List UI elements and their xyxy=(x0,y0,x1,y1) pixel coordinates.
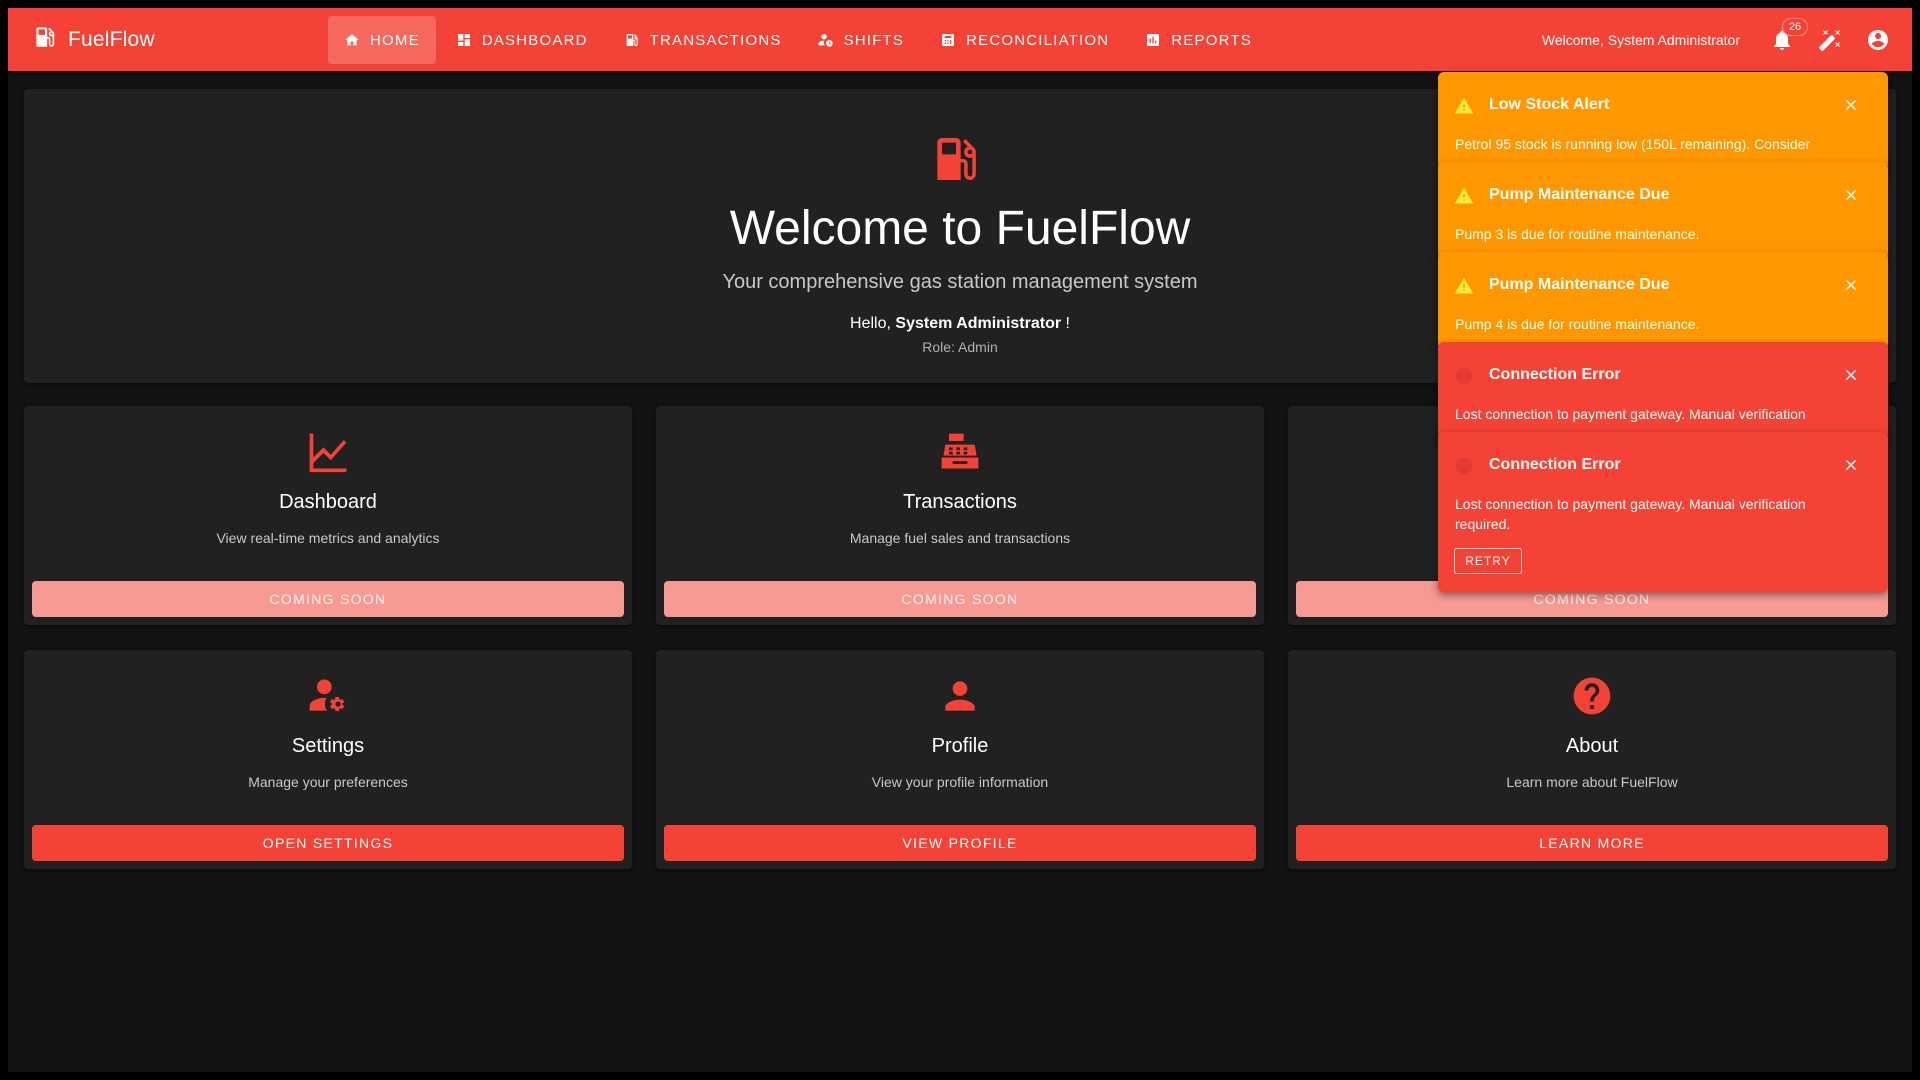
close-icon[interactable] xyxy=(1842,366,1860,384)
nav-shifts-label: SHIFTS xyxy=(843,31,905,49)
nav-home[interactable]: HOME xyxy=(328,16,436,64)
card-title: Profile xyxy=(931,735,989,757)
notification-message: Petrol 95 stock is running low (150L rem… xyxy=(1455,136,1811,152)
notification-title: Pump Maintenance Due xyxy=(1489,276,1670,293)
fuel-pump-icon xyxy=(626,34,638,46)
close-icon[interactable] xyxy=(1842,186,1860,204)
user-gear-icon xyxy=(306,674,350,718)
nav-transactions-label: TRANSACTIONS xyxy=(649,31,782,49)
notification-message: Pump 3 is due for routine maintenance. xyxy=(1455,226,1700,242)
dashboard-icon xyxy=(457,34,470,46)
card-title: Settings xyxy=(291,735,365,757)
open-settings-button[interactable]: OPEN SETTINGS xyxy=(32,825,624,861)
card-description: View real-time metrics and analytics xyxy=(216,530,440,546)
error-icon xyxy=(1455,457,1473,475)
header-tools: Welcome, System Administrator 26 xyxy=(1542,8,1912,71)
brand-name: FuelFlow xyxy=(68,27,155,51)
greeting-user-name: System Administrator xyxy=(895,315,1062,332)
brand[interactable]: FuelFlow xyxy=(32,8,155,71)
warning-icon xyxy=(1454,97,1474,114)
nav-reconciliation[interactable]: RECONCILIATION xyxy=(924,16,1125,64)
fuel-pump-logo-icon xyxy=(32,24,58,55)
nav-shifts[interactable]: SHIFTS xyxy=(802,16,921,64)
notification-message: Pump 4 is due for routine maintenance. xyxy=(1455,316,1700,332)
help-circle-icon xyxy=(1570,674,1614,718)
nav-transactions[interactable]: TRANSACTIONS xyxy=(608,16,798,64)
notification-connection-error-1: Connection Error Lost connection to paym… xyxy=(1438,342,1888,440)
main-nav: HOME DASHBOARD TRANSACTIONS SHIFTS RECON… xyxy=(328,16,1272,64)
nav-reconciliation-label: RECONCILIATION xyxy=(966,31,1110,49)
warning-icon xyxy=(1454,187,1474,204)
account-button[interactable] xyxy=(1864,26,1892,54)
view-profile-button[interactable]: VIEW PROFILE xyxy=(664,825,1256,861)
retry-button[interactable]: RETRY xyxy=(1454,548,1522,574)
notification-title: Pump Maintenance Due xyxy=(1489,186,1670,203)
home-icon xyxy=(345,34,359,46)
warning-icon xyxy=(1454,277,1474,294)
card-about: About Learn more about FuelFlow LEARN MO… xyxy=(1288,650,1896,869)
error-icon xyxy=(1455,367,1473,385)
calculator-icon xyxy=(942,34,955,46)
card-dashboard: Dashboard View real-time metrics and ana… xyxy=(24,406,632,625)
person-clock-icon xyxy=(818,34,833,47)
notification-pump-4: Pump Maintenance Due Pump 4 is due for r… xyxy=(1438,252,1888,350)
fuel-pump-icon xyxy=(928,131,984,187)
nav-dashboard[interactable]: DASHBOARD xyxy=(440,16,604,64)
line-chart-icon xyxy=(306,430,350,474)
close-icon[interactable] xyxy=(1842,96,1860,114)
cash-register-icon xyxy=(938,430,982,474)
card-settings: Settings Manage your preferences OPEN SE… xyxy=(24,650,632,869)
card-title: Transactions xyxy=(903,491,1017,513)
app-root: FuelFlow HOME DASHBOARD TRANSACTIONS SHI… xyxy=(8,8,1912,1072)
nav-home-label: HOME xyxy=(370,31,420,49)
card-description: Manage fuel sales and transactions xyxy=(849,530,1071,546)
card-profile: Profile View your profile information VI… xyxy=(656,650,1264,869)
learn-more-button[interactable]: LEARN MORE xyxy=(1296,825,1888,861)
nav-reports-label: REPORTS xyxy=(1171,31,1252,49)
app-bar: FuelFlow HOME DASHBOARD TRANSACTIONS SHI… xyxy=(8,8,1912,71)
card-description: View your profile information xyxy=(871,774,1049,790)
coming-soon-button[interactable]: COMING SOON xyxy=(664,581,1256,617)
greeting-suffix: ! xyxy=(1065,315,1070,332)
account-circle-icon xyxy=(1868,29,1888,50)
nav-reports[interactable]: REPORTS xyxy=(1129,16,1268,64)
card-transactions: Transactions Manage fuel sales and trans… xyxy=(656,406,1264,625)
notification-count-badge: 26 xyxy=(1782,17,1808,36)
card-description: Manage your preferences xyxy=(248,774,408,790)
notification-connection-error-2: Connection Error Lost connection to paym… xyxy=(1438,432,1888,592)
notification-title: Connection Error xyxy=(1489,456,1621,473)
greeting-prefix: Hello, xyxy=(850,315,891,332)
welcome-text: Welcome, System Administrator xyxy=(1541,31,1740,48)
notification-message: Lost connection to payment gateway. Manu… xyxy=(1455,496,1806,532)
notification-low-stock: Low Stock Alert Petrol 95 stock is runni… xyxy=(1438,72,1888,170)
close-icon[interactable] xyxy=(1842,456,1860,474)
auto-fix-button[interactable] xyxy=(1816,26,1844,54)
card-title: Dashboard xyxy=(279,491,377,513)
wand-icon xyxy=(1818,29,1840,51)
notification-title: Connection Error xyxy=(1489,366,1621,383)
card-description: Learn more about FuelFlow xyxy=(1506,774,1678,790)
coming-soon-button[interactable]: COMING SOON xyxy=(32,581,624,617)
person-icon xyxy=(938,674,982,718)
nav-dashboard-label: DASHBOARD xyxy=(481,31,588,49)
notification-title: Low Stock Alert xyxy=(1489,96,1610,113)
notification-message: Lost connection to payment gateway. Manu… xyxy=(1455,406,1806,422)
notifications-button[interactable]: 26 xyxy=(1768,17,1808,54)
bar-chart-icon xyxy=(1147,34,1160,46)
notification-pump-3: Pump Maintenance Due Pump 3 is due for r… xyxy=(1438,162,1888,260)
card-title: About xyxy=(1565,735,1619,757)
close-icon[interactable] xyxy=(1842,276,1860,294)
